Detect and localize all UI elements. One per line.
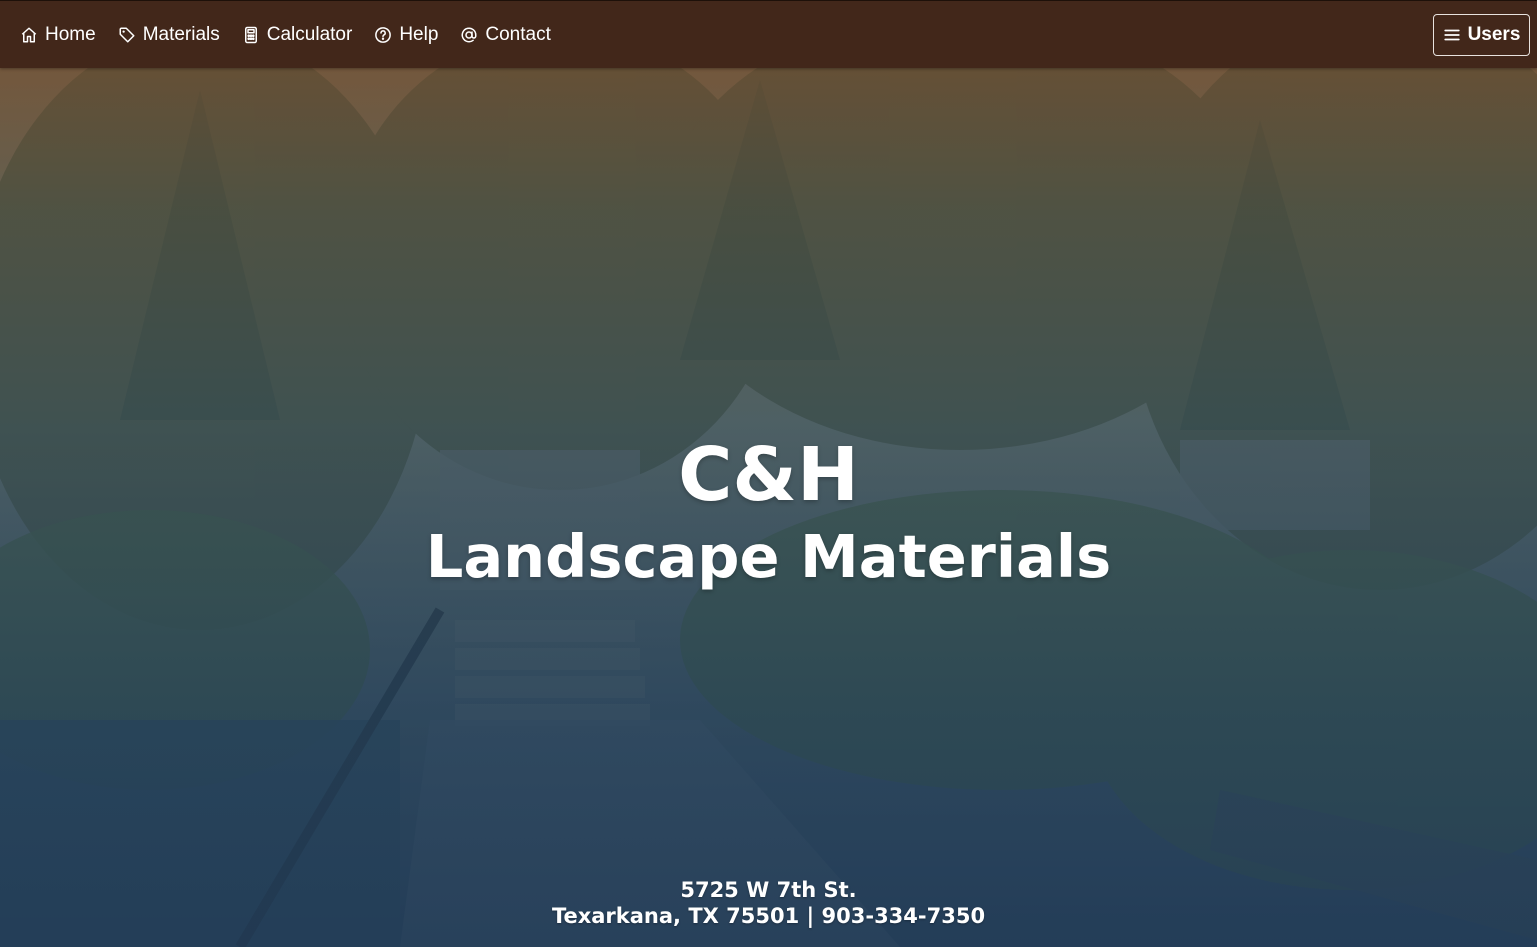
address-street: 5725 W 7th St.: [680, 878, 857, 902]
hero-title: C&H: [678, 432, 859, 518]
home-icon: [20, 26, 38, 44]
nav-item-home[interactable]: Home: [20, 23, 96, 47]
help-circle-icon: [374, 26, 392, 44]
users-button-label: Users: [1467, 24, 1521, 45]
nav-item-calculator[interactable]: Calculator: [242, 23, 353, 47]
nav-item-contact[interactable]: Contact: [460, 23, 551, 47]
top-navbar: Home Materials Calculator Help Contact U…: [0, 0, 1537, 68]
nav-item-label: Contact: [485, 24, 551, 45]
page: Home Materials Calculator Help Contact U…: [0, 0, 1537, 947]
menu-icon: [1443, 26, 1461, 44]
nav-item-help[interactable]: Help: [374, 23, 438, 47]
address-block: 5725 W 7th St. Texarkana, TX 75501 | 903…: [0, 877, 1537, 929]
nav-item-label: Home: [45, 24, 96, 45]
hero-subtitle: Landscape Materials: [425, 522, 1112, 591]
tag-icon: [118, 26, 136, 44]
nav-item-label: Help: [399, 24, 439, 45]
calculator-icon: [242, 26, 260, 44]
nav-item-label: Materials: [142, 24, 220, 45]
nav-item-materials[interactable]: Materials: [118, 23, 220, 47]
nav-item-label: Calculator: [266, 24, 353, 45]
users-menu-button[interactable]: Users: [1433, 14, 1530, 56]
nav-list: Home Materials Calculator Help Contact: [20, 23, 551, 47]
at-sign-icon: [460, 26, 478, 44]
address-city-phone: Texarkana, TX 75501 | 903-334-7350: [551, 904, 986, 928]
